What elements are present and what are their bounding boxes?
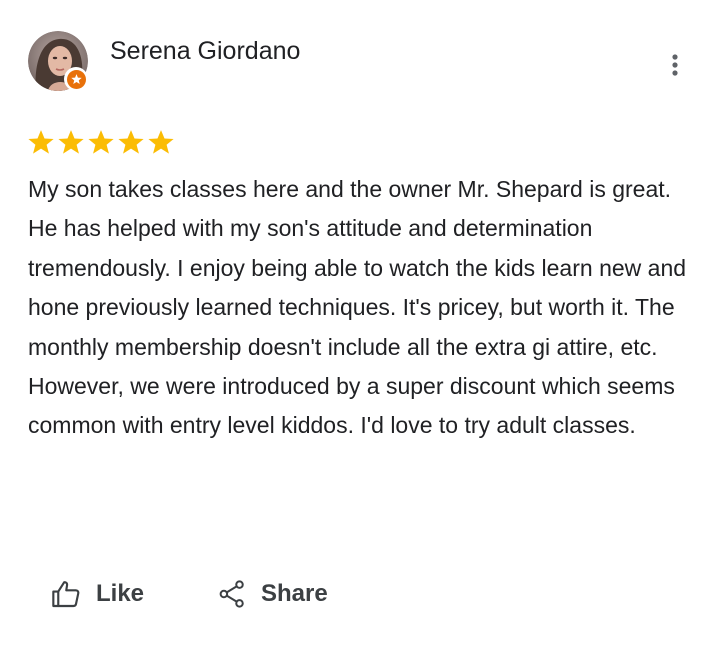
like-button[interactable]: Like — [50, 574, 144, 614]
star-icon — [88, 130, 114, 154]
thumb-up-icon — [52, 581, 80, 608]
like-label: Like — [96, 580, 145, 607]
review-text: My son takes classes here and the owner … — [28, 176, 687, 439]
star-rating — [27, 128, 175, 156]
share-button[interactable]: Share — [217, 574, 328, 614]
star-icon — [58, 130, 84, 154]
more-vert-icon — [672, 54, 678, 76]
share-icon — [219, 580, 244, 608]
review-card: Serena Giordano My son takes classes her… — [0, 0, 721, 650]
reviewer-avatar[interactable] — [28, 31, 88, 91]
share-label: Share — [261, 580, 328, 607]
star-icon — [28, 130, 54, 154]
more-options-button[interactable] — [660, 50, 690, 80]
star-icon — [118, 130, 144, 154]
local-guide-badge-icon — [64, 67, 88, 91]
star-icon — [148, 130, 174, 154]
reviewer-name[interactable]: Serena Giordano — [110, 36, 300, 66]
